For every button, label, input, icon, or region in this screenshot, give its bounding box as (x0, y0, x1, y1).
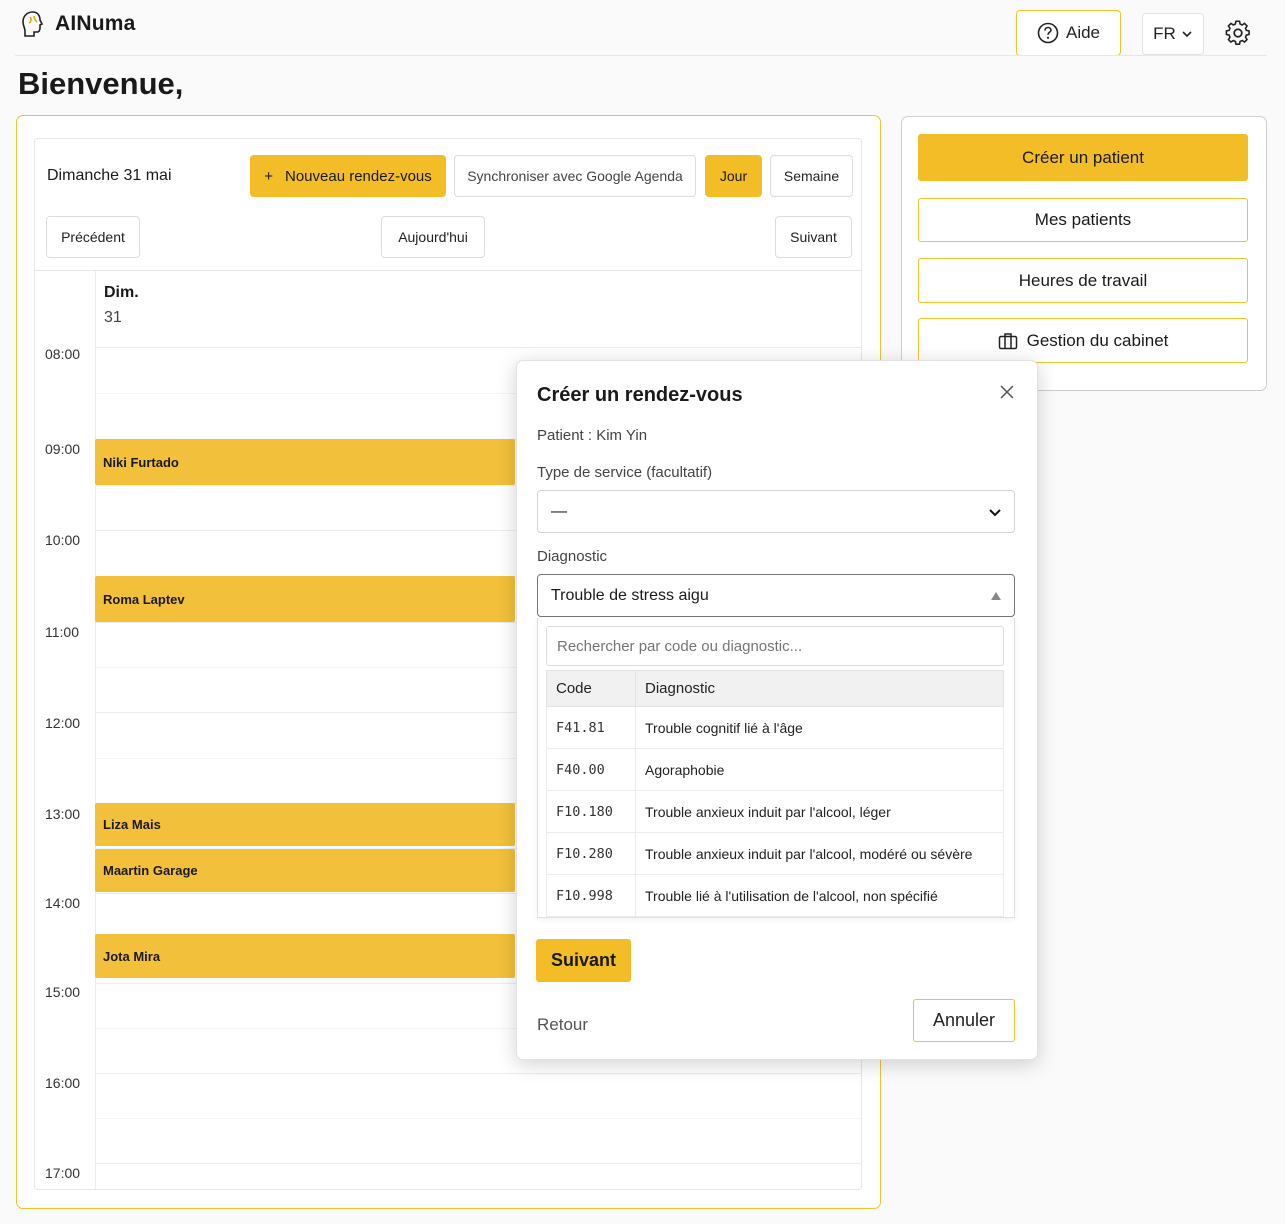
time-label: 14:00 (45, 895, 81, 911)
table-row[interactable]: F40.00 Agoraphobie (546, 748, 1004, 791)
hour-line (95, 347, 861, 348)
diagnostic-select[interactable]: Trouble de stress aigu (537, 574, 1015, 617)
app-name: AINuma (55, 12, 136, 35)
day-column-name: Dim. (104, 284, 139, 301)
my-patients-button[interactable]: Mes patients (918, 198, 1248, 242)
time-label: 09:00 (45, 441, 81, 457)
time-label: 15:00 (45, 984, 81, 1000)
time-label: 08:00 (45, 346, 81, 362)
view-week-button[interactable]: Semaine (770, 155, 853, 197)
row-code: F10.998 (546, 874, 636, 917)
modal-title: Créer un rendez-vous (537, 384, 743, 406)
language-select[interactable]: FR (1142, 13, 1204, 55)
calendar-event[interactable]: Jota Mira (95, 934, 515, 978)
table-row[interactable]: F10.998 Trouble lié à l'utilisation de l… (546, 874, 1004, 917)
plus-icon: + (264, 167, 273, 185)
view-day-button[interactable]: Jour (705, 155, 762, 197)
row-code: F10.280 (546, 832, 636, 875)
service-type-value: — (551, 502, 567, 520)
hour-line (95, 1073, 861, 1074)
header-divider (15, 55, 1267, 56)
row-code: F40.00 (546, 748, 636, 791)
next-button[interactable]: Suivant (775, 216, 852, 258)
cancel-button[interactable]: Annuler (913, 999, 1015, 1042)
calendar-event[interactable]: Niki Furtado (95, 439, 515, 485)
table-row[interactable]: F41.81 Trouble cognitif lié à l'âge (546, 706, 1004, 749)
gear-icon[interactable] (1225, 20, 1251, 46)
table-row[interactable]: F10.180 Trouble anxieux induit par l'alc… (546, 790, 1004, 833)
diagnostic-table: Code Diagnostic F41.81 Trouble cognitif … (546, 670, 1004, 917)
row-diagnostic: Trouble anxieux induit par l'alcool, lég… (635, 790, 1004, 833)
modal-next-button[interactable]: Suivant (536, 939, 631, 982)
help-button[interactable]: Aide (1016, 10, 1121, 56)
row-code: F10.180 (546, 790, 636, 833)
sync-google-button[interactable]: Synchroniser avec Google Agenda (454, 155, 696, 197)
page-title: Bienvenue, (18, 66, 184, 101)
calendar-event[interactable]: Maartin Garage (95, 849, 515, 892)
diagnostic-label: Diagnostic (537, 548, 608, 565)
work-hours-button[interactable]: Heures de travail (918, 258, 1248, 303)
office-management-button[interactable]: Gestion du cabinet (918, 318, 1248, 363)
new-appointment-label: Nouveau rendez-vous (285, 167, 432, 185)
row-code: F41.81 (546, 706, 636, 749)
diagnostic-search-input[interactable] (546, 626, 1004, 666)
service-type-label: Type de service (facultatif) (537, 464, 713, 481)
row-diagnostic: Trouble lié à l'utilisation de l'alcool,… (635, 874, 1004, 917)
help-label: Aide (1065, 23, 1101, 42)
triangle-up-icon (991, 592, 1001, 600)
day-column-number: 31 (104, 309, 122, 326)
time-column-divider (95, 271, 96, 1189)
half-hour-line (95, 1118, 861, 1119)
diagnostic-value: Trouble de stress aigu (551, 586, 709, 604)
calendar-header-divider (35, 270, 861, 271)
service-type-select[interactable]: — (537, 490, 1015, 533)
office-management-label: Gestion du cabinet (1026, 330, 1169, 350)
calendar-event[interactable]: Liza Mais (95, 803, 515, 846)
new-appointment-button[interactable]: + Nouveau rendez-vous (250, 155, 446, 197)
row-diagnostic: Trouble cognitif lié à l'âge (635, 706, 1004, 749)
time-label: 10:00 (45, 532, 81, 548)
back-link[interactable]: Retour (537, 1015, 588, 1035)
time-label: 12:00 (45, 715, 81, 731)
language-label: FR (1153, 24, 1176, 43)
time-label: 11:00 (45, 624, 79, 640)
today-button[interactable]: Aujourd'hui (381, 216, 485, 258)
chevron-down-icon (989, 509, 1001, 517)
briefcase-icon (998, 332, 1017, 349)
current-date-label: Dimanche 31 mai (47, 167, 172, 184)
help-circle-icon (1037, 22, 1059, 44)
hour-line (95, 1163, 861, 1164)
column-header-code: Code (546, 670, 636, 707)
column-header-diagnostic: Diagnostic (635, 670, 1004, 707)
row-diagnostic: Agoraphobie (635, 748, 1004, 791)
brain-logo-icon (22, 11, 44, 37)
calendar-event[interactable]: Roma Laptev (95, 576, 515, 622)
time-label: 17:00 (45, 1165, 81, 1181)
table-row[interactable]: F10.280 Trouble anxieux induit par l'alc… (546, 832, 1004, 875)
patient-label: Patient : Kim Yin (537, 427, 648, 444)
previous-button[interactable]: Précédent (46, 216, 140, 258)
time-label: 16:00 (45, 1075, 81, 1091)
row-diagnostic: Trouble anxieux induit par l'alcool, mod… (635, 832, 1004, 875)
create-patient-button[interactable]: Créer un patient (918, 134, 1248, 181)
close-icon[interactable] (999, 384, 1015, 400)
time-label: 13:00 (45, 806, 81, 822)
chevron-down-icon (1182, 31, 1192, 38)
